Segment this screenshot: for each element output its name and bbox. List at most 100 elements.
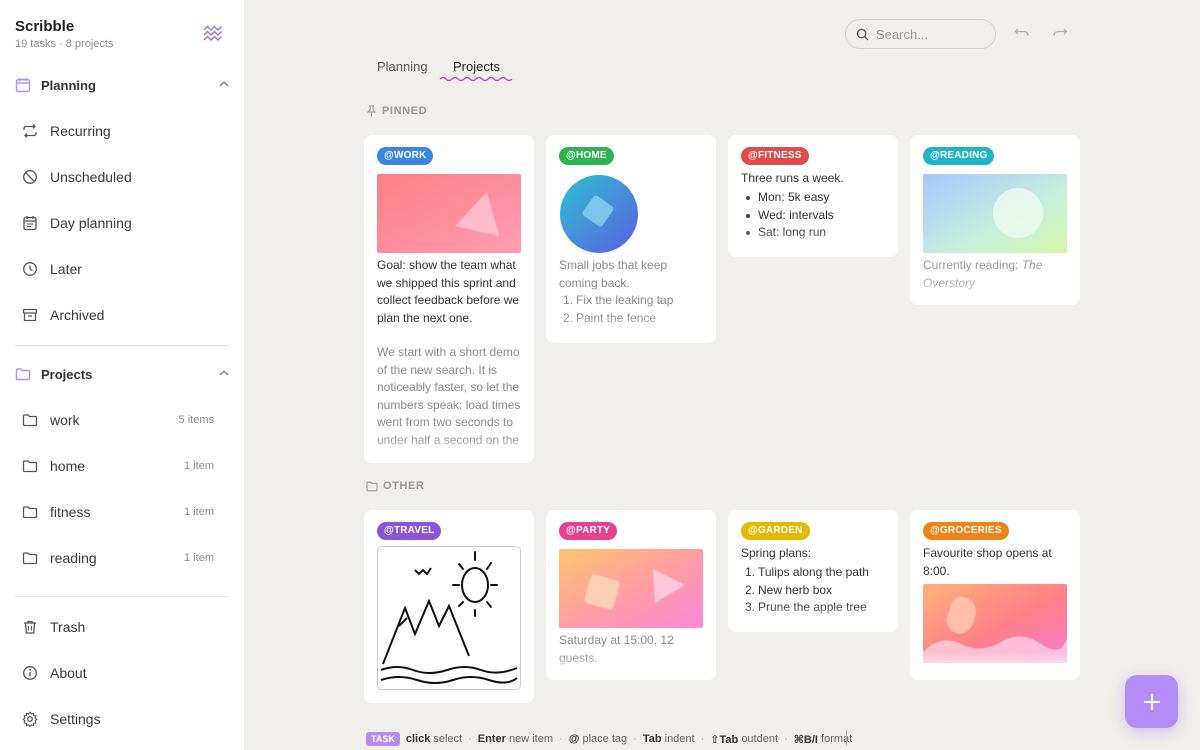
project-card-garden[interactable]: @GARDEN Spring plans: 1. Tulips along the… <box>728 510 898 632</box>
folder-icon <box>22 506 38 519</box>
hint-desc: select <box>433 733 463 745</box>
hint-desc: new item <box>508 733 554 745</box>
item-count: 1 item <box>184 460 214 472</box>
project-card-party[interactable]: @PARTY Saturday at 15:00, 12 guests. <box>546 510 716 680</box>
project-card-reading[interactable]: @READING Currently reading: The Overstor… <box>910 135 1080 305</box>
chevron-up-icon[interactable] <box>218 367 230 379</box>
plus-icon <box>1143 693 1160 710</box>
pinned-group-header: PINNED <box>366 105 427 117</box>
main-area: Search... Planning Projects PINNED @WORK… <box>244 0 1200 750</box>
sidebar: Scribble 19 tasks · 8 projects Planning … <box>0 0 244 750</box>
list-item: 1. Fix the leaking tap <box>563 293 674 307</box>
sidebar-item-recurring[interactable]: Recurring <box>22 119 222 143</box>
tab-projects[interactable]: Projects <box>453 59 500 74</box>
app-title: Scribble <box>15 18 75 35</box>
card-fade <box>728 229 898 257</box>
tag-badge-party[interactable]: @PARTY <box>559 522 618 540</box>
sidebar-project-work[interactable]: work 5 items <box>22 408 222 432</box>
folder-icon <box>15 368 31 381</box>
slash-circle-icon <box>23 170 37 184</box>
card-fade <box>910 652 1080 680</box>
garden-card-text: Spring plans: <box>741 546 812 560</box>
sidebar-item-archived[interactable]: Archived <box>22 303 222 327</box>
projects-section-header[interactable]: Projects <box>15 362 230 386</box>
home-card-text: Small jobs that keep coming back. <box>559 258 668 290</box>
sidebar-item-label: Archived <box>50 307 105 323</box>
item-count: 1 item <box>184 552 214 564</box>
search-input[interactable]: Search... <box>845 19 996 49</box>
clock-icon <box>23 262 37 276</box>
calendar-list-icon <box>23 216 37 231</box>
shortcut-hints: TASK click select · Enter new item · @ p… <box>366 732 852 746</box>
tag-badge-travel[interactable]: @TRAVEL <box>377 522 442 540</box>
repeat-icon <box>23 124 37 138</box>
sidebar-project-reading[interactable]: reading 1 item <box>22 546 222 570</box>
text-cursor <box>846 730 847 746</box>
card-fade <box>910 277 1080 305</box>
hint-desc: place tag <box>582 733 628 745</box>
chevron-up-icon[interactable] <box>218 78 230 90</box>
sidebar-divider <box>15 345 229 346</box>
list-item: 2. New herb box <box>745 582 833 597</box>
tag-badge-home[interactable]: @HOME <box>559 147 614 165</box>
undo-icon[interactable] <box>1014 25 1030 41</box>
hint-desc: indent <box>664 733 695 745</box>
tag-badge-fitness[interactable]: @FITNESS <box>741 147 809 165</box>
sidebar-item-settings[interactable]: Settings <box>22 707 222 731</box>
sidebar-item-day-planning[interactable]: Day planning <box>22 211 222 235</box>
work-cover-image <box>377 174 521 253</box>
project-card-work[interactable]: @WORK Goal: show the team what we shippe… <box>364 135 534 463</box>
sidebar-item-trash[interactable]: Trash <box>22 615 222 639</box>
travel-sketch-image <box>377 546 521 690</box>
hint-desc: outdent <box>741 733 779 745</box>
redo-icon[interactable] <box>1052 25 1068 41</box>
hint-key: @ <box>568 733 580 745</box>
sidebar-item-label: fitness <box>50 504 91 520</box>
sidebar-item-later[interactable]: Later <box>22 257 222 281</box>
active-tab-underline <box>439 76 513 82</box>
hint-key: ⌘B/I <box>793 733 818 746</box>
tab-planning[interactable]: Planning <box>377 59 428 74</box>
sidebar-item-label: reading <box>50 550 97 566</box>
tag-badge-garden[interactable]: @GARDEN <box>741 522 810 540</box>
hint-desc: format <box>821 733 853 745</box>
sidebar-item-label: work <box>50 412 80 428</box>
planning-section-header[interactable]: Planning <box>15 73 230 97</box>
sidebar-item-label: Unscheduled <box>50 169 132 185</box>
project-card-fitness[interactable]: @FITNESS Three runs a week. Mon: 5k easy… <box>728 135 898 257</box>
tag-badge-reading[interactable]: @READING <box>923 147 995 165</box>
folder-icon <box>22 460 38 473</box>
sidebar-project-home[interactable]: home 1 item <box>22 454 222 478</box>
sidebar-item-label: Later <box>50 261 82 277</box>
gear-icon <box>22 711 38 727</box>
add-button[interactable] <box>1125 675 1178 728</box>
sidebar-item-label: home <box>50 458 86 474</box>
item-count: 1 item <box>184 506 214 518</box>
sidebar-item-unscheduled[interactable]: Unscheduled <box>22 165 222 189</box>
sidebar-item-about[interactable]: About <box>22 661 222 685</box>
tag-badge-groceries[interactable]: @GROCERIES <box>923 522 1009 540</box>
party-cover-image <box>559 549 703 628</box>
app-subtitle: 19 tasks · 8 projects <box>15 38 114 50</box>
hint-key: click <box>405 733 431 745</box>
sidebar-item-label: Trash <box>50 619 86 635</box>
work-card-text: Goal: show the team what we shipped this… <box>377 258 520 325</box>
calendar-icon <box>15 78 31 93</box>
sidebar-item-label: Settings <box>50 711 101 727</box>
card-fade <box>364 435 534 463</box>
project-card-home[interactable]: @HOME Small jobs that keep coming back. … <box>546 135 716 343</box>
project-card-groceries[interactable]: @GROCERIES Favourite shop opens at 8:00. <box>910 510 1080 680</box>
zigzag-logo-icon[interactable] <box>203 25 223 43</box>
list-item: Wed: intervals <box>741 207 887 225</box>
card-fade <box>546 652 716 680</box>
hint-key: Tab <box>642 733 662 745</box>
item-count: 5 items <box>178 414 214 426</box>
folder-icon <box>22 552 38 565</box>
project-card-travel[interactable]: @TRAVEL <box>364 510 534 703</box>
hint-key: Enter <box>477 733 506 745</box>
groceries-card-text: Favourite shop opens at 8:00. <box>923 546 1052 578</box>
sidebar-project-fitness[interactable]: fitness 1 item <box>22 500 222 524</box>
mode-badge: TASK <box>366 732 400 746</box>
archive-icon <box>22 308 38 322</box>
tag-badge-work[interactable]: @WORK <box>377 147 434 165</box>
